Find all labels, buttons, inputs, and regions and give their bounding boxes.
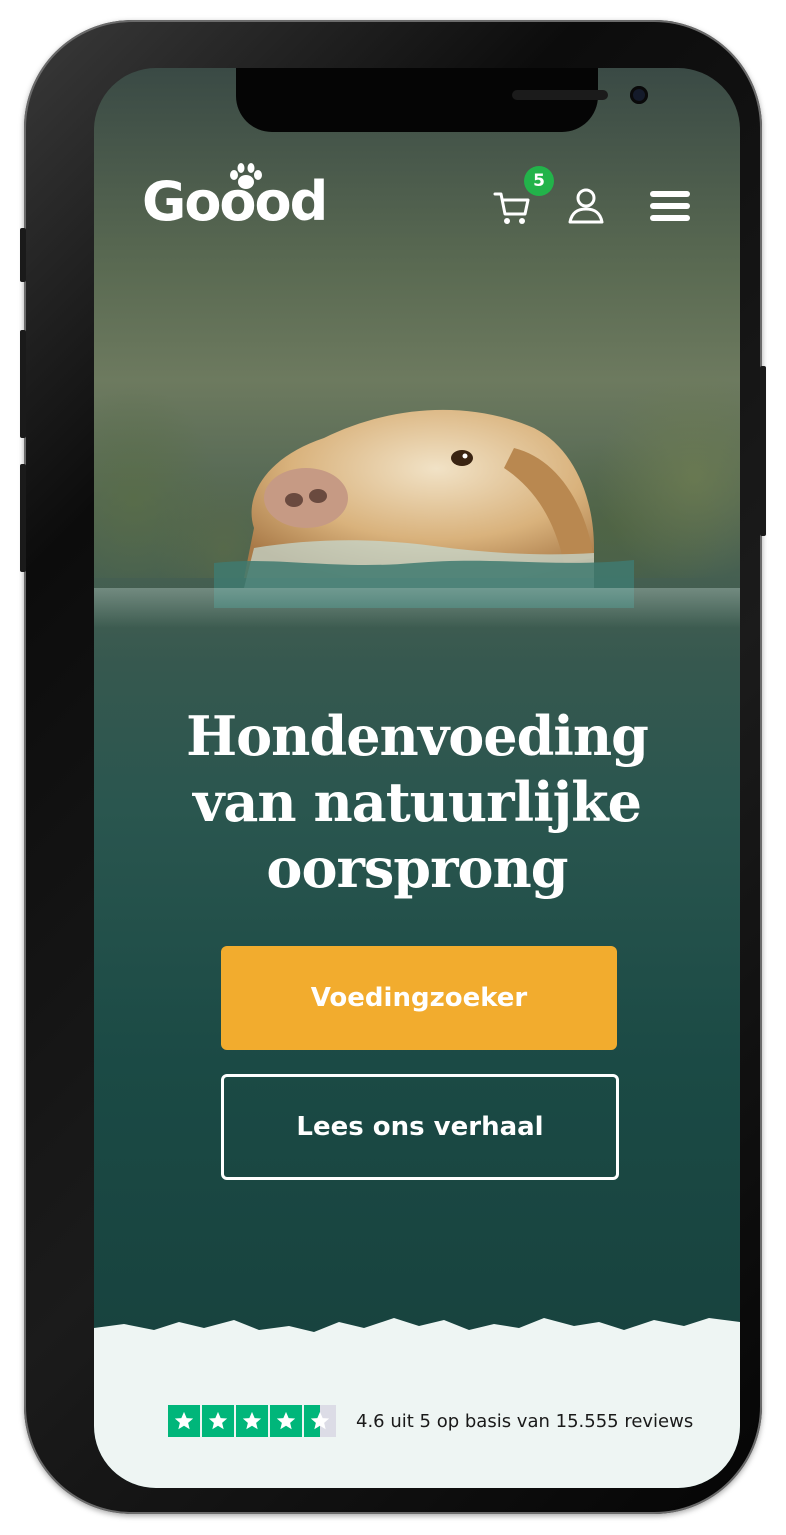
cart-count-badge: 5: [524, 166, 554, 196]
power-button: [760, 366, 766, 536]
rating-stars: [168, 1405, 336, 1437]
notch: [236, 68, 648, 132]
paw-icon: [230, 163, 262, 189]
account-button[interactable]: [566, 186, 606, 226]
half-star-icon: [304, 1405, 336, 1437]
star-icon: [270, 1405, 302, 1437]
phone-frame: Goood 5 Hondenvoeding van natuurlijke oo…: [20, 20, 766, 1514]
speaker: [512, 90, 608, 100]
account-icon: [568, 188, 604, 224]
star-icon: [168, 1405, 200, 1437]
hero-title-line: Hondenvoeding: [186, 704, 649, 768]
read-our-story-button[interactable]: Lees ons verhaal: [221, 1074, 619, 1180]
food-finder-button[interactable]: Voedingzoeker: [221, 946, 617, 1050]
volume-button: [20, 464, 26, 572]
hero-title-line: van natuurlijke: [193, 770, 642, 834]
torn-paper-divider: [94, 1318, 740, 1488]
volume-button: [20, 330, 26, 438]
front-camera: [630, 86, 648, 104]
trustpilot-rating[interactable]: 4.6 uit 5 op basis van 15.555 reviews: [168, 1404, 728, 1438]
cart-button[interactable]: [492, 188, 532, 228]
menu-icon: [650, 191, 690, 221]
hero-title: Hondenvoeding van natuurlijke oorsprong: [114, 703, 720, 901]
star-icon: [236, 1405, 268, 1437]
menu-button[interactable]: [648, 188, 692, 224]
rating-text: 4.6 uit 5 op basis van 15.555 reviews: [356, 1410, 694, 1432]
cart-icon: [493, 192, 530, 224]
hero-title-line: oorsprong: [266, 836, 568, 900]
screen: Goood 5 Hondenvoeding van natuurlijke oo…: [94, 68, 740, 1488]
volume-button: [20, 228, 26, 282]
star-icon: [202, 1405, 234, 1437]
hero-dog-image: [214, 409, 634, 608]
water-surface: [94, 588, 740, 628]
